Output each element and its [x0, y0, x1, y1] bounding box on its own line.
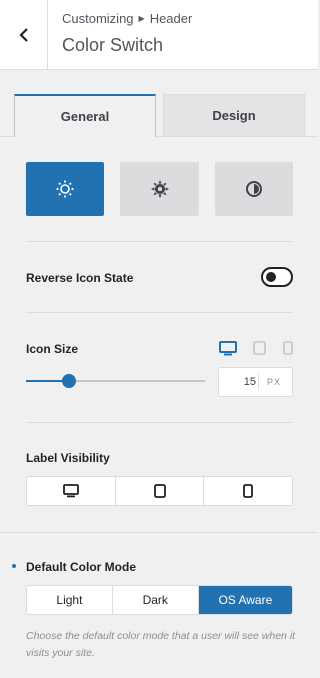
tablet-icon	[153, 484, 166, 498]
mobile-icon	[243, 484, 254, 498]
modified-indicator-icon	[12, 564, 16, 568]
icon-size-label: Icon Size	[26, 342, 79, 356]
icon-option-sun-outline[interactable]	[26, 162, 104, 216]
toggle-knob	[266, 272, 276, 282]
label-visibility-desktop[interactable]	[27, 477, 116, 505]
unit-separator	[258, 374, 259, 390]
page-title: Color Switch	[62, 35, 164, 55]
icon-option-contrast[interactable]	[215, 162, 293, 216]
tablet-icon	[252, 341, 266, 355]
label-visibility-label: Label Visibility	[26, 451, 110, 465]
breadcrumb: Customizing ▶ Header	[62, 11, 192, 26]
icon-size-input[interactable]: 15 PX	[218, 367, 293, 397]
sun-outline-icon	[56, 180, 74, 198]
responsive-desktop-button[interactable]	[218, 340, 238, 356]
breadcrumb-child: Header	[149, 11, 193, 26]
icon-size-value: 15	[243, 376, 256, 388]
reverse-icon-state-toggle[interactable]	[261, 267, 293, 287]
chevron-left-icon	[18, 27, 28, 42]
breadcrumb-parent: Customizing	[62, 11, 134, 26]
responsive-tablet-button[interactable]	[252, 340, 266, 356]
divider	[26, 422, 293, 423]
unit-select[interactable]: PX	[267, 377, 281, 387]
breadcrumb-separator-icon: ▶	[138, 14, 145, 23]
color-mode-light[interactable]: Light	[27, 586, 113, 614]
tab-design[interactable]: Design	[163, 94, 305, 137]
divider	[26, 312, 293, 313]
back-button[interactable]	[0, 0, 48, 69]
color-mode-dark[interactable]: Dark	[113, 586, 199, 614]
mobile-icon	[282, 341, 293, 355]
color-mode-description: Choose the default color mode that a use…	[26, 630, 296, 659]
icon-option-sun-filled[interactable]	[120, 162, 199, 216]
sun-filled-icon	[150, 180, 169, 198]
color-mode-os-aware[interactable]: OS Aware	[198, 586, 292, 614]
responsive-mobile-button[interactable]	[282, 340, 293, 356]
slider-handle[interactable]	[62, 374, 76, 388]
tab-general[interactable]: General	[14, 94, 156, 137]
desktop-icon	[219, 340, 237, 355]
default-color-mode-label: Default Color Mode	[26, 560, 136, 574]
label-visibility-group	[26, 476, 293, 506]
reverse-icon-state-label: Reverse Icon State	[26, 271, 134, 285]
desktop-icon	[62, 484, 79, 498]
label-visibility-tablet[interactable]	[116, 477, 205, 505]
contrast-icon	[246, 181, 262, 197]
color-mode-selector: Light Dark OS Aware	[26, 585, 293, 615]
icon-size-slider[interactable]	[26, 374, 205, 388]
tab-gap	[15, 136, 155, 137]
section-divider	[0, 532, 318, 533]
divider	[26, 241, 293, 242]
customizer-header: Customizing ▶ Header Color Switch	[0, 0, 318, 70]
label-visibility-mobile[interactable]	[204, 477, 292, 505]
